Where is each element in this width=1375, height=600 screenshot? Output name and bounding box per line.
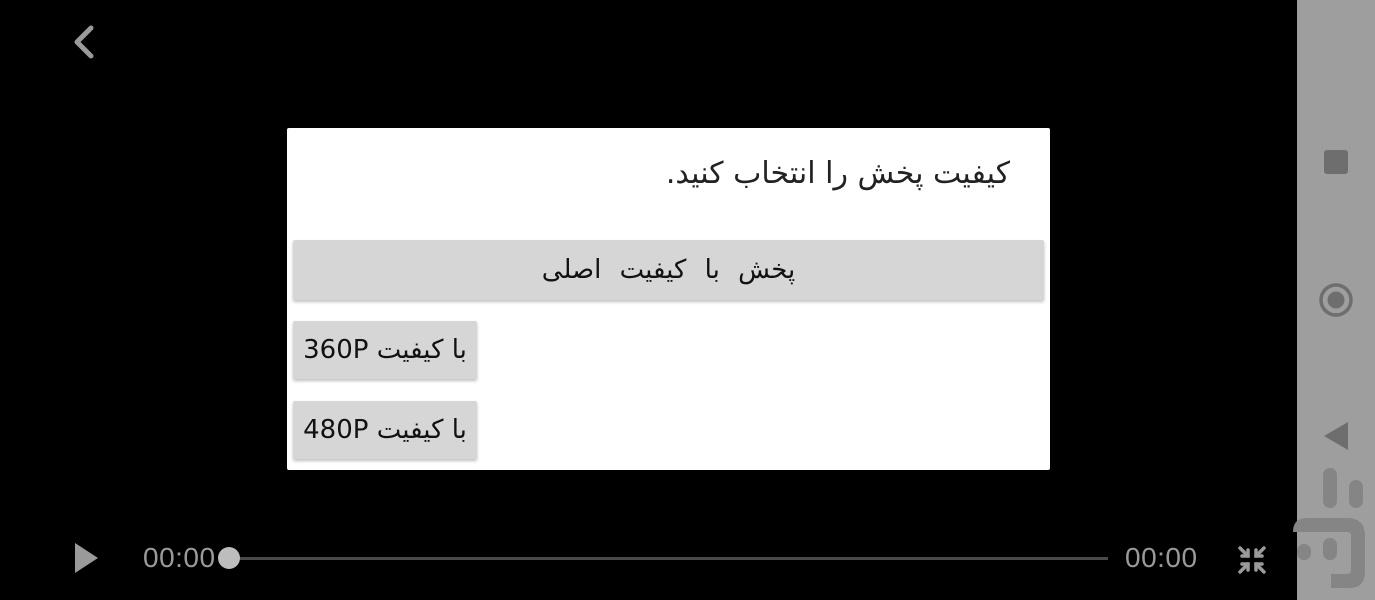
triangle-back-icon	[1324, 422, 1348, 450]
screen: 00:00 00:00 کیفیت پخش را انتخاب کنید. پخ…	[0, 0, 1375, 600]
quality-360p-button[interactable]: با کیفیت 360P	[293, 321, 477, 379]
chevron-left-icon	[74, 25, 94, 59]
recents-button[interactable]	[1316, 142, 1356, 182]
original-quality-button[interactable]: پخش با کیفیت اصلی	[293, 240, 1044, 300]
current-time: 00:00	[143, 542, 216, 573]
player-controls: 00:00 00:00	[0, 528, 1297, 588]
circle-icon	[1319, 283, 1353, 317]
seek-bar[interactable]	[218, 546, 1108, 570]
quality-480p-button[interactable]: با کیفیت 480P	[293, 401, 477, 459]
android-nav-bar	[1293, 0, 1375, 600]
seek-track	[228, 557, 1108, 560]
nav-back-button[interactable]	[1316, 416, 1356, 456]
exit-fullscreen-icon	[1238, 546, 1266, 574]
play-button[interactable]	[68, 540, 104, 576]
total-time: 00:00	[1125, 542, 1198, 573]
exit-fullscreen-button[interactable]	[1232, 540, 1272, 580]
back-button[interactable]	[64, 22, 104, 62]
dialog-title: کیفیت پخش را انتخاب کنید.	[665, 156, 1010, 191]
play-icon	[75, 543, 98, 573]
seek-thumb[interactable]	[218, 547, 240, 569]
home-button[interactable]	[1316, 280, 1356, 320]
quality-dialog: کیفیت پخش را انتخاب کنید. پخش با کیفیت ا…	[287, 128, 1050, 470]
cafebazaar-logo	[1293, 468, 1365, 588]
square-icon	[1324, 150, 1348, 174]
